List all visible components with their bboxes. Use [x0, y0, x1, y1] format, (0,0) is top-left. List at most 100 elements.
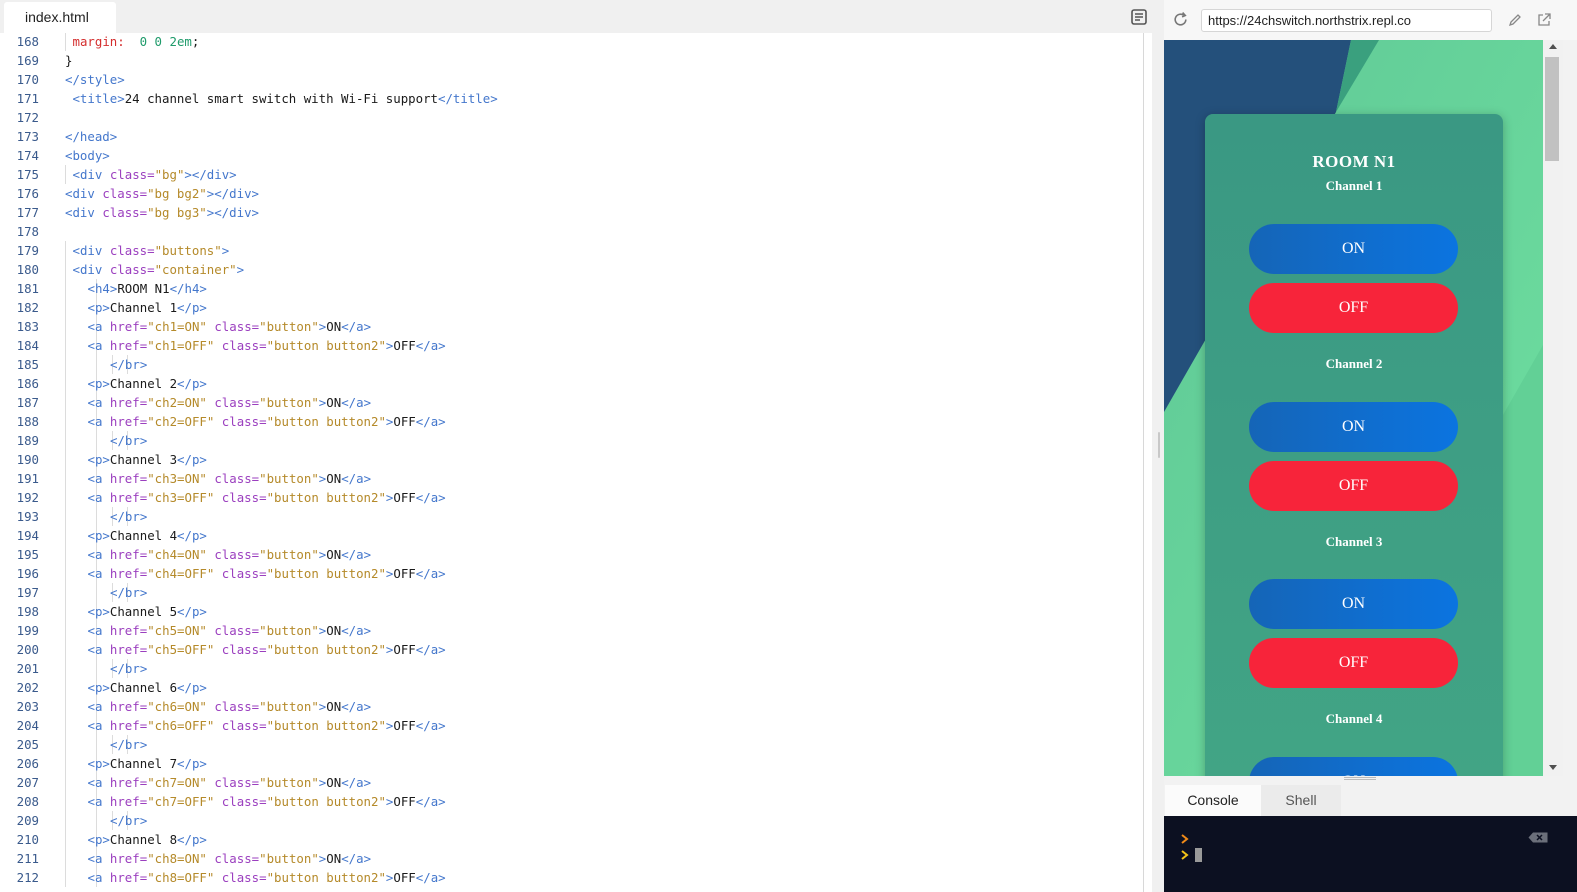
channel-2-label: Channel 2 [1325, 356, 1383, 371]
pencil-icon[interactable] [1507, 12, 1523, 28]
code-line[interactable]: 172 [0, 108, 1140, 127]
external-link-icon[interactable] [1536, 12, 1552, 28]
code-line[interactable]: 202 <p>Channel 6</p> [0, 678, 1140, 697]
preview-scroll-thumb[interactable] [1545, 57, 1559, 161]
tab-shell[interactable]: Shell [1261, 785, 1341, 816]
code-line[interactable]: 193 </br> [0, 507, 1140, 526]
code-token: "button button2" [266, 794, 386, 809]
code-text: <p>Channel 3</p> [88, 450, 207, 469]
code-line[interactable]: 209 </br> [0, 811, 1140, 830]
code-token: "button button2" [266, 490, 386, 505]
channel-4-on-button[interactable]: ON [1249, 757, 1458, 776]
code-token: <p> [87, 604, 110, 619]
indent-guide [96, 811, 97, 830]
channel-1-off-button[interactable]: OFF [1249, 283, 1458, 333]
code-token: class= [109, 243, 155, 258]
code-line[interactable]: 188 <a href="ch2=OFF" class="button butto… [0, 412, 1140, 431]
indent-guide [65, 868, 66, 887]
code-line[interactable]: 168 margin: 0 0 2em; [0, 33, 1140, 51]
code-token: <title> [72, 91, 125, 106]
console-output[interactable] [1164, 816, 1577, 892]
code-line[interactable]: 181 <h4>ROOM N1</h4> [0, 279, 1140, 298]
code-token: </p> [177, 300, 207, 315]
code-line[interactable]: 189 </br> [0, 431, 1140, 450]
web-preview[interactable]: ROOM N1 Channel 1 ON OFF Channel 2 ON OF… [1164, 40, 1543, 776]
code-token: <a [87, 319, 110, 334]
code-line[interactable]: 173 </head> [0, 127, 1140, 146]
indent-guide [96, 659, 97, 678]
channel-1-on-button[interactable]: ON [1249, 224, 1458, 274]
code-line[interactable]: 204 <a href="ch6=OFF" class="button butto… [0, 716, 1140, 735]
code-text: <a href="ch4=ON" class="button">ON</a> [88, 545, 372, 564]
code-line[interactable]: 184 <a href="ch1=OFF" class="button butto… [0, 336, 1140, 355]
code-scrollbar[interactable] [1143, 33, 1144, 892]
code-line[interactable]: 205 </br> [0, 735, 1140, 754]
outline-toggle-icon[interactable] [1131, 9, 1147, 25]
refresh-icon[interactable] [1172, 11, 1189, 28]
code-token: </a> [341, 319, 372, 334]
code-token: OFF [393, 870, 416, 885]
code-line[interactable]: 182 <p>Channel 1</p> [0, 298, 1140, 317]
console-resize-handle[interactable] [1344, 777, 1376, 780]
channel-3-off-button[interactable]: OFF [1249, 638, 1458, 688]
code-line[interactable]: 186 <p>Channel 2</p> [0, 374, 1140, 393]
code-token: <p> [87, 300, 110, 315]
code-line[interactable]: 171 <title>24 channel smart switch with … [0, 89, 1140, 108]
code-line[interactable]: 177 <div class="bg bg3"></div> [0, 203, 1140, 222]
code-line[interactable]: 180 <div class="container"> [0, 260, 1140, 279]
code-text: <p>Channel 8</p> [88, 830, 207, 849]
code-token: </a> [341, 623, 372, 638]
code-line[interactable]: 201 </br> [0, 659, 1140, 678]
indent-guide [65, 716, 66, 735]
code-token: </p> [177, 832, 207, 847]
code-line[interactable]: 183 <a href="ch1=ON" class="button">ON</a… [0, 317, 1140, 336]
code-area[interactable]: 168 margin: 0 0 2em; 169} 170 </style> 171 <t… [0, 33, 1145, 892]
code-line[interactable]: 206 <p>Channel 7</p> [0, 754, 1140, 773]
scroll-up-arrow-icon[interactable] [1549, 44, 1557, 49]
code-line[interactable]: 169} [0, 51, 1140, 70]
code-line[interactable]: 190 <p>Channel 3</p> [0, 450, 1140, 469]
editor-tab-index-html[interactable]: index.html [4, 2, 116, 33]
code-text: margin: 0 0 2em; [73, 33, 200, 51]
code-token: href= [109, 642, 148, 657]
code-line[interactable]: 196 <a href="ch4=OFF" class="button butto… [0, 564, 1140, 583]
code-line[interactable]: 192 <a href="ch3=OFF" class="button butto… [0, 488, 1140, 507]
channel-2-on-button[interactable]: ON [1249, 402, 1458, 452]
code-token: "ch1=ON" [147, 319, 207, 334]
code-line[interactable]: 199 <a href="ch5=ON" class="button">ON</a… [0, 621, 1140, 640]
line-number: 175 [16, 167, 39, 182]
clear-console-icon[interactable] [1528, 832, 1548, 843]
scroll-down-arrow-icon[interactable] [1549, 765, 1557, 770]
code-line[interactable]: 178 [0, 222, 1140, 241]
code-line[interactable]: 203 <a href="ch6=ON" class="button">ON</a… [0, 697, 1140, 716]
channel-3-on-button[interactable]: ON [1249, 579, 1458, 629]
code-line[interactable]: 197 </br> [0, 583, 1140, 602]
code-line[interactable]: 212 <a href="ch8=OFF" class="button butto… [0, 868, 1140, 887]
code-line[interactable]: 198 <p>Channel 5</p> [0, 602, 1140, 621]
indent-guide [65, 564, 66, 583]
code-line[interactable]: 210 <p>Channel 8</p> [0, 830, 1140, 849]
code-line[interactable]: 185 </br> [0, 355, 1140, 374]
code-token: <h4> [87, 281, 118, 296]
line-number: 169 [16, 53, 39, 68]
tab-console[interactable]: Console [1165, 785, 1261, 816]
code-line[interactable]: 207 <a href="ch7=ON" class="button">ON</a… [0, 773, 1140, 792]
channel-2-off-button[interactable]: OFF [1249, 461, 1458, 511]
url-input[interactable] [1201, 9, 1492, 32]
code-line[interactable]: 208 <a href="ch7=OFF" class="button butto… [0, 792, 1140, 811]
code-line[interactable]: 200 <a href="ch5=OFF" class="button butto… [0, 640, 1140, 659]
code-line[interactable]: 176 <div class="bg bg2"></div> [0, 184, 1140, 203]
code-line[interactable]: 187 <a href="ch2=ON" class="button">ON</a… [0, 393, 1140, 412]
code-line[interactable]: 174 <body> [0, 146, 1140, 165]
code-line[interactable]: 191 <a href="ch3=ON" class="button">ON</a… [0, 469, 1140, 488]
code-line[interactable]: 195 <a href="ch4=ON" class="button">ON</a… [0, 545, 1140, 564]
code-line[interactable]: 179 <div class="buttons"> [0, 241, 1140, 260]
code-line[interactable]: 211 <a href="ch8=ON" class="button">ON</a… [0, 849, 1140, 868]
code-token: class= [109, 262, 155, 277]
code-line[interactable]: 175 <div class="bg"></div> [0, 165, 1140, 184]
code-line[interactable]: 194 <p>Channel 4</p> [0, 526, 1140, 545]
code-line[interactable]: 170 </style> [0, 70, 1140, 89]
line-number: 210 [16, 832, 39, 847]
pane-divider-handle[interactable] [1158, 432, 1160, 458]
line-number: 171 [16, 91, 39, 106]
